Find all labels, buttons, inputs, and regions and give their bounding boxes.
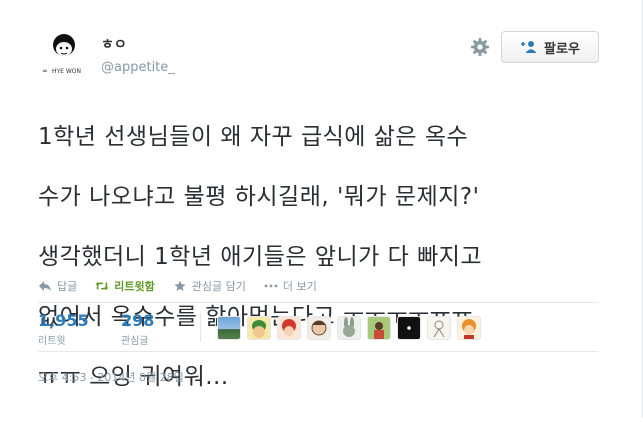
svg-text:HYE WON: HYE WON — [52, 68, 81, 75]
reply-icon — [39, 281, 51, 291]
favoriters-list — [217, 316, 481, 340]
tweet-text-line: 수가 나오냐고 불평 하시길래, '뭐가 문제지?' — [38, 184, 480, 210]
user-avatar-doodle-icon[interactable] — [427, 316, 451, 340]
tweet-text-line: 1학년 선생님들이 왜 자꾸 급식에 삶은 옥수 — [38, 124, 469, 150]
user-avatar-green-photo-icon[interactable] — [367, 316, 391, 340]
tweet-text-line: 생각했더니 1학년 애기들은 앞니가 다 빠지고 — [38, 244, 483, 270]
user-avatar-black-dot-icon[interactable] — [397, 316, 421, 340]
tweet-card: ∞ HYE WON ㅎㅇ @appetite_ 팔로우 1학년 선생님들이 왜 … — [0, 0, 643, 418]
follow-button-label: 팔로우 — [544, 41, 580, 57]
user-avatar-red-character-icon[interactable] — [277, 316, 301, 340]
user-avatar-landscape-icon[interactable] — [217, 316, 241, 340]
user-avatar-rabbit-icon[interactable] — [337, 316, 361, 340]
divider — [38, 351, 598, 352]
tweet-timestamp[interactable]: 오후 4:53 - 2014년 8월 28일 — [38, 369, 184, 385]
divider — [38, 302, 598, 303]
cartoon-face-icon: ∞ HYE WON — [42, 34, 81, 75]
retweet-icon — [95, 282, 109, 290]
follow-button[interactable]: 팔로우 — [501, 31, 599, 63]
retweet-count-stat[interactable]: 1,955 리트윗 — [38, 310, 89, 347]
favorite-button[interactable]: 관심글 담기 — [173, 278, 246, 294]
user-avatar-orange-character-icon[interactable] — [457, 316, 481, 340]
retweet-count-label: 리트윗 — [38, 336, 66, 347]
retweet-count: 1,955 — [38, 311, 89, 330]
svg-text:∞: ∞ — [42, 67, 48, 75]
user-avatar[interactable]: ∞ HYE WON — [38, 30, 92, 78]
more-button[interactable]: 더 보기 — [264, 278, 317, 294]
reply-button[interactable]: 답글 — [38, 278, 77, 294]
favorite-count-label: 관심글 — [121, 336, 149, 347]
more-label: 더 보기 — [282, 280, 317, 293]
more-icon — [264, 284, 278, 288]
favorite-count: 298 — [121, 311, 155, 330]
retweet-button[interactable]: 리트윗함 — [95, 278, 155, 294]
retweet-label: 리트윗함 — [114, 280, 155, 293]
user-handle[interactable]: @appetite_ — [101, 60, 175, 75]
tweet-actions: 답글 리트윗함 관심글 담기 더 보기 — [38, 278, 317, 294]
reply-label: 답글 — [57, 280, 78, 293]
user-avatar-green-character-icon[interactable] — [247, 316, 271, 340]
gear-icon[interactable] — [470, 37, 490, 57]
favorite-label: 관심글 담기 — [191, 280, 246, 293]
user-avatar-sketch-face-icon[interactable] — [307, 316, 331, 340]
star-icon — [174, 280, 186, 291]
favorite-count-stat[interactable]: 298 관심글 — [121, 310, 154, 347]
display-name[interactable]: ㅎㅇ — [101, 34, 127, 54]
add-user-icon — [521, 41, 537, 53]
stats-separator — [200, 312, 201, 342]
